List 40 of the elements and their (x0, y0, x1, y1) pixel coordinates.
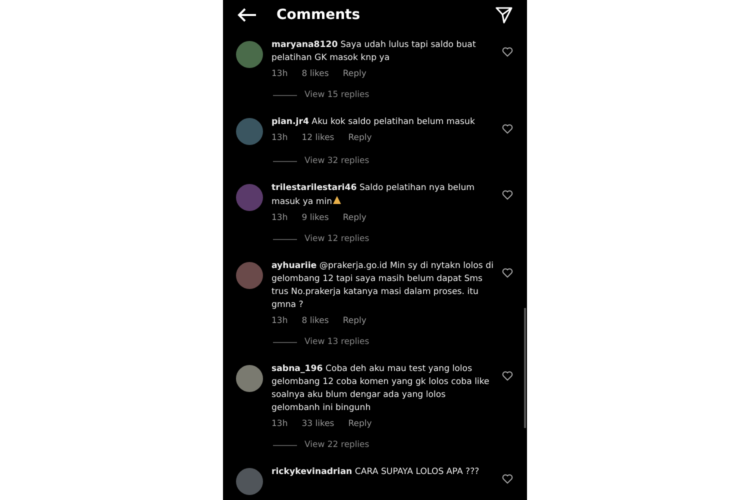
header-title: Comments (276, 7, 362, 23)
send-icon[interactable] (494, 6, 512, 24)
comment-text: trilestarilestari46 Saldo pelatihan nya belum masuk ya min (272, 182, 476, 209)
reply-link[interactable]: Reply (342, 69, 366, 79)
likes-count[interactable]: 9 likes (302, 213, 329, 223)
comment-text: rickykevinadrian CARA SUPAYA LOLOS APA ??? (272, 466, 480, 479)
likes-count[interactable]: 8 likes (302, 69, 329, 79)
comment-text: sabna_196 Coba deh aku mau test yang lolos gelombang 12 coba komen yang gk lolos coba like soalnya aku blum dengar ada yang lolos gelombanh ini bingunh (272, 363, 490, 415)
avatar[interactable] (236, 365, 262, 392)
avatar[interactable] (236, 262, 262, 289)
comment-time: 13h (272, 316, 288, 326)
reply-link[interactable]: Reply (342, 316, 366, 326)
reply-link[interactable]: Reply (348, 133, 372, 143)
view-replies-link[interactable]: View 22 replies (304, 440, 370, 450)
comment-time: 13h (272, 69, 288, 79)
comment-text: ayhuariie @prakerja.go.id Min sy di nytakn lolos di gelombang 12 tapi saya masih belum dapat Sms trus No.prakerja katanya masi dalam proses. itu gmna ? (272, 260, 494, 312)
back-arrow-icon[interactable] (236, 8, 256, 22)
likes-count[interactable]: 12 likes (302, 133, 334, 143)
likes-count[interactable]: 8 likes (302, 316, 329, 326)
heart-icon[interactable] (502, 474, 512, 484)
comment-text: maryana8120 Saya udah lulus tapi saldo buat pelatihan GK masok knp ya (272, 39, 477, 65)
view-replies-link[interactable]: View 15 replies (304, 90, 370, 100)
comment-time: 13h (272, 419, 288, 429)
comment-text: pian.jr4 Aku kok saldo pelatihan belum masuk (272, 116, 476, 129)
view-replies-link[interactable]: View 13 replies (304, 337, 370, 347)
reply-link[interactable]: Reply (342, 213, 366, 223)
reply-link[interactable]: Reply (348, 419, 372, 429)
heart-icon[interactable] (502, 47, 512, 57)
heart-icon[interactable] (502, 371, 512, 381)
avatar[interactable] (236, 468, 262, 495)
likes-count[interactable]: 33 likes (302, 419, 334, 429)
view-replies-link[interactable]: View 32 replies (304, 156, 370, 166)
comment-time: 13h (272, 133, 288, 143)
heart-icon[interactable] (502, 268, 512, 278)
avatar[interactable] (236, 118, 262, 145)
heart-icon[interactable] (502, 190, 512, 200)
heart-icon[interactable] (502, 124, 512, 134)
view-replies-link[interactable]: View 12 replies (304, 234, 370, 244)
comment-time: 13h (272, 213, 288, 223)
avatar[interactable] (236, 41, 262, 68)
